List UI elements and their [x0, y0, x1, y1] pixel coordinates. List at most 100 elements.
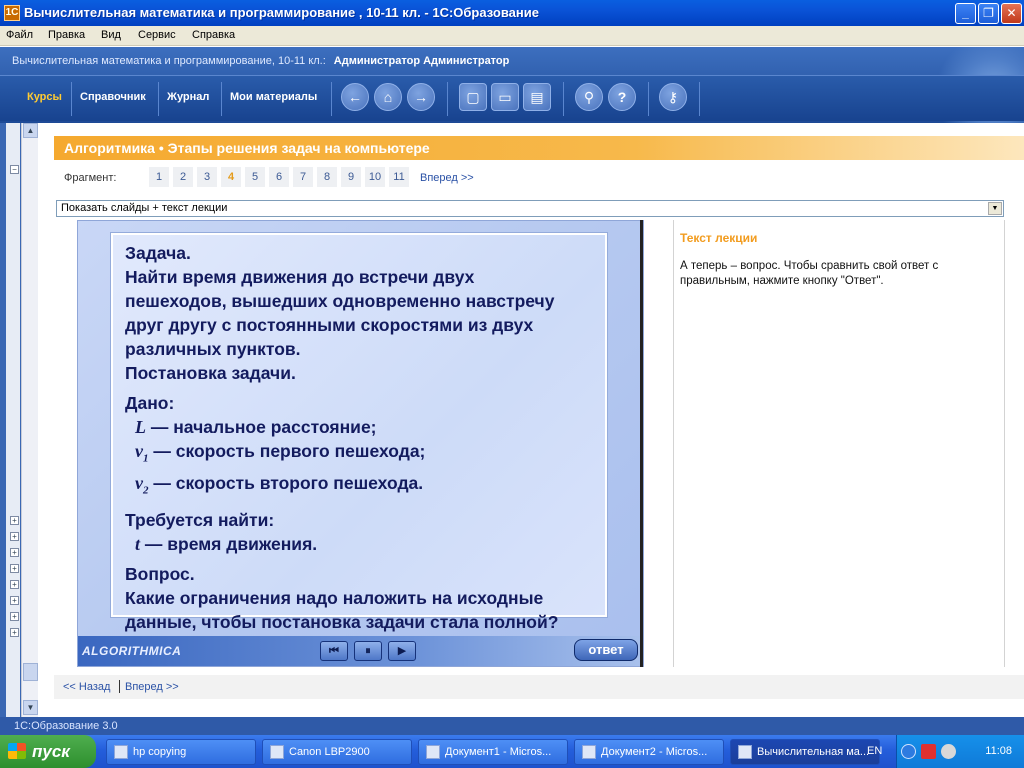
- tree-expand-icon[interactable]: +: [10, 548, 19, 557]
- network-icon[interactable]: [901, 744, 916, 759]
- minimize-button[interactable]: _: [955, 3, 976, 24]
- tab-journal[interactable]: Журнал: [167, 91, 209, 103]
- math-symbol: v: [135, 441, 143, 461]
- menu-file[interactable]: Файл: [6, 29, 33, 41]
- tree-expand-icon[interactable]: +: [10, 612, 19, 621]
- lecture-heading: Текст лекции: [680, 231, 758, 245]
- tree-expand-icon[interactable]: +: [10, 628, 19, 637]
- slide-line: v1 — скорость первого пешехода;: [125, 439, 605, 471]
- view-mode-select[interactable]: Показать слайды + текст лекции ▼: [56, 200, 1004, 217]
- fragment-label: Фрагмент:: [64, 172, 117, 184]
- app-icon: [738, 745, 752, 759]
- tab-my-materials[interactable]: Мои материалы: [230, 91, 317, 103]
- menu-view[interactable]: Вид: [101, 29, 121, 41]
- forward-link[interactable]: Вперед >>: [125, 681, 179, 693]
- divider: [119, 680, 120, 693]
- divider: [158, 82, 159, 116]
- back-arrow-icon[interactable]: ←: [341, 83, 369, 111]
- fullscreen-icon[interactable]: ▢: [459, 83, 487, 111]
- main-content: Алгоритмика • Этапы решения задач на ком…: [38, 123, 1024, 717]
- fragment-link[interactable]: 8: [317, 167, 337, 187]
- slide-controls: ALGORITHMICA ⏮ ⏸ ▶ ответ: [78, 636, 643, 666]
- slide-line: Задача.: [125, 243, 191, 263]
- math-symbol: v: [135, 472, 143, 493]
- fragment-link[interactable]: 9: [341, 167, 361, 187]
- fragment-link-current[interactable]: 4: [221, 167, 241, 187]
- menu-service[interactable]: Сервис: [138, 29, 176, 41]
- slide-line-text: — скорость второго пешехода.: [148, 472, 424, 493]
- play-icon[interactable]: ▶: [388, 641, 416, 661]
- slide-line: Вопрос.: [125, 564, 195, 584]
- divider: [221, 82, 222, 116]
- slide-line: Постановка задачи.: [125, 363, 296, 383]
- tree-expand-icon[interactable]: +: [10, 580, 19, 589]
- taskbar-item[interactable]: Документ1 - Micros...: [418, 739, 568, 765]
- divider: [331, 82, 332, 116]
- slide-line: Какие ограничения надо наложить на исход…: [125, 588, 544, 608]
- printer-icon: [114, 745, 128, 759]
- presentation-icon[interactable]: ▭: [491, 83, 519, 111]
- home-icon[interactable]: ⌂: [374, 83, 402, 111]
- language-indicator[interactable]: EN: [867, 745, 882, 757]
- fragment-link[interactable]: 7: [293, 167, 313, 187]
- user-name: Администратор Администратор: [333, 55, 510, 67]
- taskbar-item[interactable]: Документ2 - Micros...: [574, 739, 724, 765]
- slide-line: L — начальное расстояние;: [125, 415, 605, 439]
- tree-expand-icon[interactable]: +: [10, 564, 19, 573]
- fragment-link[interactable]: 2: [173, 167, 193, 187]
- fragment-link[interactable]: 11: [389, 167, 409, 187]
- start-button[interactable]: пуск: [0, 735, 96, 768]
- forward-arrow-icon[interactable]: →: [407, 83, 435, 111]
- print-icon[interactable]: ▤: [523, 83, 551, 111]
- slide-line: друг другу с постоянными скоростями из д…: [125, 315, 534, 335]
- tree-expand-icon[interactable]: +: [10, 532, 19, 541]
- maximize-button[interactable]: ❐: [978, 3, 999, 24]
- taskbar-item[interactable]: Canon LBP2900: [262, 739, 412, 765]
- volume-icon[interactable]: [941, 744, 956, 759]
- tree-collapse-icon[interactable]: −: [10, 165, 19, 174]
- tab-courses[interactable]: Курсы: [27, 91, 62, 103]
- fragment-link[interactable]: 6: [269, 167, 289, 187]
- app-icon: 1С: [4, 5, 20, 21]
- breadcrumb: Вычислительная математика и программиров…: [12, 55, 509, 67]
- fragment-link[interactable]: 1: [149, 167, 169, 187]
- fragment-navigation: Фрагмент: 1 2 3 4 5 6 7 8 9 10 11 Вперед…: [54, 165, 1024, 191]
- fragment-link[interactable]: 10: [365, 167, 385, 187]
- math-symbol: L: [135, 417, 146, 437]
- answer-button[interactable]: ответ: [574, 639, 638, 661]
- slide-line: v2 — скорость второго пешехода.: [125, 471, 605, 503]
- taskbar: пуск hp copying Canon LBP2900 Документ1 …: [0, 735, 1024, 768]
- back-link[interactable]: << Назад: [63, 681, 110, 693]
- antivirus-icon[interactable]: [921, 744, 936, 759]
- first-slide-icon[interactable]: ⏮: [320, 641, 348, 661]
- magnify-key-icon[interactable]: ⚷: [659, 83, 687, 111]
- taskbar-item-label: Canon LBP2900: [289, 746, 370, 758]
- slide-line: Найти время движения до встречи двух: [125, 267, 475, 287]
- slide-text: Задача. Найти время движения до встречи …: [125, 241, 605, 634]
- tree-expand-icon[interactable]: +: [10, 516, 19, 525]
- course-name: Вычислительная математика и программиров…: [12, 55, 326, 67]
- divider: [648, 82, 649, 116]
- chevron-down-icon[interactable]: ▼: [988, 202, 1002, 215]
- help-icon[interactable]: ?: [608, 83, 636, 111]
- status-bar: 1С:Образование 3.0: [0, 717, 1024, 735]
- menu-help[interactable]: Справка: [192, 29, 235, 41]
- pause-icon[interactable]: ⏸: [354, 641, 382, 661]
- fragment-link[interactable]: 5: [245, 167, 265, 187]
- scroll-thumb[interactable]: [23, 663, 38, 681]
- tree-expand-icon[interactable]: +: [10, 596, 19, 605]
- search-icon[interactable]: ⚲: [575, 83, 603, 111]
- taskbar-item-label: Документ2 - Micros...: [601, 746, 708, 758]
- fragment-forward-link[interactable]: Вперед >>: [420, 172, 474, 184]
- taskbar-item[interactable]: hp copying: [106, 739, 256, 765]
- taskbar-item-active[interactable]: Вычислительная ма...: [730, 739, 880, 765]
- menu-edit[interactable]: Правка: [48, 29, 85, 41]
- taskbar-item-label: Вычислительная ма...: [757, 746, 870, 758]
- scroll-up-icon[interactable]: ▲: [23, 123, 38, 138]
- sidebar-scrollbar[interactable]: ▲ ▼: [21, 123, 38, 717]
- close-button[interactable]: ✕: [1001, 3, 1022, 24]
- scroll-down-icon[interactable]: ▼: [23, 700, 38, 715]
- tab-reference[interactable]: Справочник: [80, 91, 146, 103]
- lecture-panel: Текст лекции А теперь – вопрос. Чтобы ср…: [673, 220, 1005, 667]
- fragment-link[interactable]: 3: [197, 167, 217, 187]
